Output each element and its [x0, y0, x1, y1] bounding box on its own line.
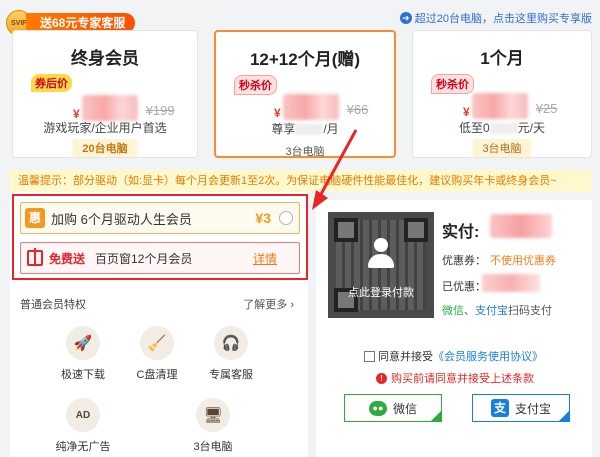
scan-rest: 扫码支付 — [508, 305, 552, 317]
user-icon — [366, 238, 396, 274]
rocket-icon: 🚀 — [66, 326, 100, 360]
free-gift-text: 百页窗12个月会员 — [95, 251, 193, 266]
plan-subtitle: 游戏玩家/企业用户首选 — [43, 121, 167, 135]
enterprise-version-link[interactable]: ➜ 超过20台电脑，点击这里购买专享版 — [399, 10, 592, 26]
plan-subtitle: 尊享/月 — [216, 120, 394, 137]
arrow-right-icon: ➜ — [399, 12, 412, 24]
coupon-select[interactable]: 不使用优惠券 — [490, 252, 556, 268]
scan-alipay: 支付宝 — [475, 305, 508, 317]
plan-card-12-months[interactable]: 12+12个月(赠) 秒杀价 ¥ ¥66 尊享/月 3台电脑 — [214, 30, 396, 158]
blurred-value — [295, 124, 324, 136]
plan-card-lifetime[interactable]: 终身会员 券后价 ¥ ¥199 游戏玩家/企业用户首选 20台电脑 — [12, 30, 198, 158]
addon-highlight-box: 惠 加购 6个月驱动人生会员 ¥3 免费送 百页窗12个月会员 详情 — [12, 194, 308, 280]
plan-title: 12+12个月(赠) — [249, 50, 361, 69]
gift-icon — [27, 248, 43, 266]
agreement-warning-text: 购买前请同意并接受上述条款 — [391, 373, 534, 385]
privilege-label: 专属客服 — [209, 369, 253, 381]
amount-due-blurred — [490, 214, 552, 238]
privilege-label: 极速下载 — [61, 369, 105, 381]
scan-sep: 、 — [464, 305, 475, 317]
selected-corner — [430, 410, 442, 422]
no-ad-icon: AD — [66, 398, 100, 432]
discount-label: 已优惠： — [442, 281, 486, 293]
plan-subtitle: 低至0 元/天 — [413, 119, 591, 136]
agreement-checkbox[interactable] — [364, 350, 375, 362]
enterprise-version-link-text[interactable]: 超过20台电脑，点击这里购买专享版 — [415, 10, 592, 26]
plan-price-row: ¥ ¥25 — [463, 93, 557, 119]
broom-icon: 🧹 — [140, 326, 174, 360]
alipay-icon: 支 — [490, 399, 509, 417]
addon-driver-life-price: ¥3 — [255, 210, 271, 226]
plan-pc-count: 3台电脑 — [472, 139, 532, 157]
alipay-button[interactable]: 支 支付宝 — [472, 394, 570, 422]
plan-title: 1个月 — [480, 49, 524, 68]
plan-title: 终身会员 — [71, 49, 139, 68]
plan-subtitle-prefix: 低至0 — [458, 121, 490, 135]
plan-pc-count: 20台电脑 — [72, 139, 138, 157]
plan-card-1-month[interactable]: 1个月 秒杀价 ¥ ¥25 低至0 元/天 3台电脑 — [412, 30, 592, 158]
alert-icon: ! — [376, 372, 387, 384]
wechat-pay-label: 微信 — [392, 401, 417, 416]
wechat-pay-button[interactable]: ●● 微信 — [344, 394, 442, 422]
original-price: ¥25 — [535, 101, 558, 116]
privilege-fast-download: 🚀 极速下载 — [48, 326, 118, 382]
plan-pc-count: 3台电脑 — [285, 146, 325, 158]
privilege-3-pcs: 🖥 3台电脑 — [178, 398, 248, 454]
free-gift-detail-link[interactable]: 详情 — [253, 250, 277, 267]
scan-wechat: 微信 — [442, 305, 464, 317]
agreement-row: 同意并接受 《会员服务使用协议》 — [364, 348, 543, 364]
plan-subtitle-suffix: 元/天 — [517, 121, 546, 135]
addon-driver-life-label: 加购 6个月驱动人生会员 — [51, 211, 192, 227]
agreement-prefix: 同意并接受 — [378, 351, 433, 363]
addon-free-gift: 免费送 百页窗12个月会员 详情 — [20, 242, 300, 274]
addon-panel: 惠 加购 6个月驱动人生会员 ¥3 免费送 百页窗12个月会员 详情 普通会员特… — [10, 192, 308, 457]
addon-driver-life[interactable]: 惠 加购 6个月驱动人生会员 ¥3 — [20, 202, 300, 234]
plan-subtitle-suffix: /月 — [323, 122, 339, 136]
price-blurred — [282, 94, 339, 120]
privilege-c-drive-clean: 🧹 C盘清理 — [122, 326, 192, 382]
blurred-value — [489, 123, 518, 135]
payment-panel: 点此登录付款 实付: 优惠券： 不使用优惠券 已优惠： 微信、支付宝扫码支付 同… — [316, 200, 592, 457]
original-price: ¥66 — [346, 102, 369, 117]
monitor-icon: 🖥 — [196, 398, 230, 432]
qr-finder — [334, 218, 358, 242]
price-blurred — [81, 95, 138, 121]
amount-due-label: 实付: — [442, 224, 480, 241]
privilege-label: 3台电脑 — [193, 441, 233, 453]
privilege-exclusive-support: 🎧 专属客服 — [196, 326, 266, 382]
learn-more-link[interactable]: 了解更多 › — [243, 296, 294, 312]
privilege-no-ads: AD 纯净无广告 — [48, 398, 118, 454]
agreement-warning: ! 购买前请同意并接受上述条款 — [376, 370, 534, 386]
price-currency: ¥ — [274, 106, 281, 120]
free-gift-label: 免费送 — [49, 251, 86, 266]
payment-qr-code[interactable]: 点此登录付款 — [328, 212, 434, 318]
original-price: ¥199 — [145, 103, 175, 118]
plan-tag: 券后价 — [31, 74, 72, 92]
plan-price-row: ¥ ¥66 — [274, 94, 368, 120]
coupon-label: 优惠券： — [442, 255, 486, 267]
plan-tag: 秒杀价 — [431, 74, 474, 94]
qr-login-text[interactable]: 点此登录付款 — [328, 284, 434, 300]
discount-value-blurred — [482, 274, 540, 292]
agreement-link[interactable]: 《会员服务使用协议》 — [433, 348, 543, 364]
price-currency: ¥ — [463, 105, 470, 119]
privilege-label: C盘清理 — [136, 369, 178, 381]
plan-price-row: ¥ ¥199 — [73, 95, 175, 121]
scan-pay-hint: 微信、支付宝扫码支付 — [442, 302, 552, 318]
selected-corner — [558, 410, 570, 422]
price-blurred — [471, 93, 528, 119]
alipay-label: 支付宝 — [514, 401, 551, 416]
headset-icon: 🎧 — [214, 326, 248, 360]
privilege-label: 纯净无广告 — [55, 441, 111, 453]
discount-icon: 惠 — [25, 208, 45, 228]
privileges-header: 普通会员特权 — [20, 299, 86, 311]
qr-finder — [404, 218, 428, 242]
tip-banner: 温馨提示：部分驱动（如:显卡）每个月会更新1至2次。为保证电脑硬件性能最佳化，建… — [10, 170, 592, 192]
wechat-icon: ●● — [368, 400, 387, 416]
plan-subtitle-prefix: 尊享 — [271, 122, 296, 136]
plan-tag: 秒杀价 — [234, 75, 277, 95]
addon-driver-life-radio[interactable] — [279, 211, 293, 225]
